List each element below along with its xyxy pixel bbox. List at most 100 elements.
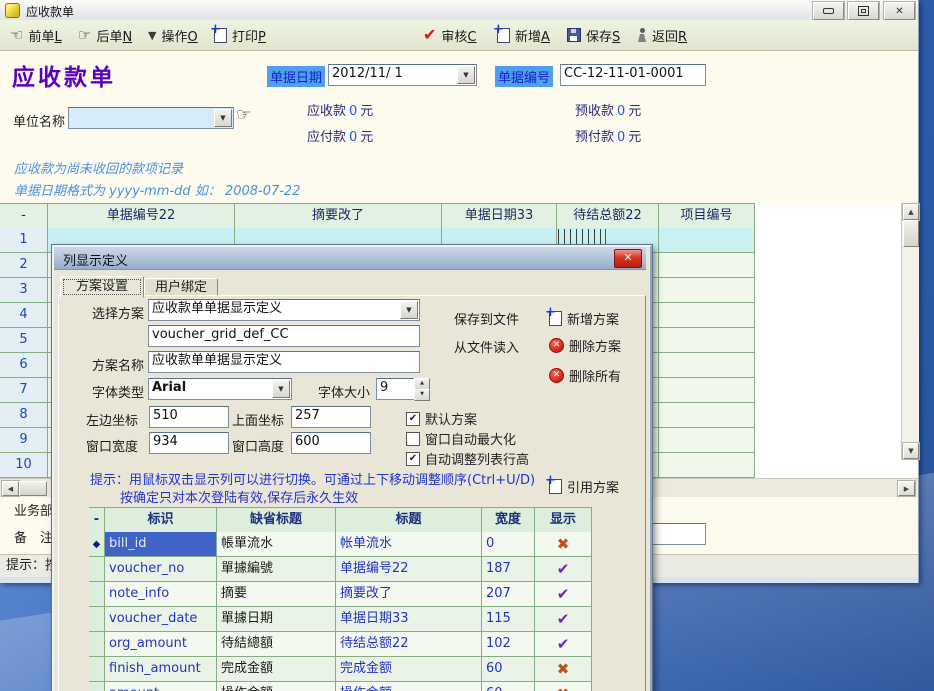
dlg-table-note_info-c5[interactable]: ✔	[535, 582, 592, 607]
dlg-table-voucher_no-c5[interactable]: ✔	[535, 557, 592, 582]
grid-row-number-5[interactable]: 5	[0, 328, 48, 353]
grid-header-1[interactable]: 单据编号22	[48, 203, 235, 229]
dialog-titlebar[interactable]: 列显示定义 ✕	[54, 247, 646, 270]
grid-row-number-1[interactable]: 1	[0, 228, 48, 253]
dlg-table-finish_amount-c3[interactable]: 完成金额	[336, 657, 482, 682]
unit-combobox[interactable]: ▼	[68, 107, 234, 129]
dlg-table-org_amount-c3[interactable]: 待结总额22	[336, 632, 482, 657]
grid-cell-r4-c5[interactable]	[659, 303, 755, 328]
dlg-table-voucher_date-c0[interactable]	[89, 607, 105, 632]
dlg-table-org_amount-c0[interactable]	[89, 632, 105, 657]
dlg-table-bill_id-c1[interactable]: bill_id	[105, 532, 217, 557]
docno-input[interactable]: CC-12-11-01-0001	[560, 64, 706, 86]
toolbar-button-L[interactable]: ☜前单L	[10, 20, 62, 50]
date-dropdown-icon[interactable]: ▼	[457, 66, 475, 84]
toolbar-button-R[interactable]: 返回R	[637, 20, 687, 50]
checkbox-row-1[interactable]: 窗口自动最大化	[406, 429, 516, 448]
dlg-table-bill_id-c0[interactable]: ◆	[89, 532, 105, 557]
grid-vscrollbar[interactable]: ▲ ▼	[901, 203, 919, 459]
checkbox-row-0[interactable]: ✔默认方案	[406, 409, 477, 428]
dlg-table-amount-c3[interactable]: 操作金额	[336, 682, 482, 691]
dlg-table-bill_id-c3[interactable]: 帐单流水	[336, 532, 482, 557]
unit-dropdown-icon[interactable]: ▼	[214, 109, 232, 127]
dlg-table-header-1[interactable]: 标识	[105, 507, 217, 533]
dlg-table-header-3[interactable]: 标题	[336, 507, 482, 533]
tab-scheme-settings[interactable]: 方案设置	[60, 276, 144, 298]
select-scheme-combobox[interactable]: 应收款单单据显示定义 ▼	[148, 299, 420, 321]
window-titlebar[interactable]: 应收款单 ✕	[0, 0, 918, 21]
file-button-1[interactable]: 从文件读入	[454, 337, 519, 356]
grid-row-number-7[interactable]: 7	[0, 378, 48, 403]
font-type-dropdown-icon[interactable]: ▼	[272, 380, 290, 398]
scheme-code-input[interactable]: voucher_grid_def_CC	[148, 325, 420, 347]
left-coord-input[interactable]: 510	[149, 406, 229, 428]
dlg-table-org_amount-c1[interactable]: org_amount	[105, 632, 217, 657]
toolbar-button-A[interactable]: 新增A	[497, 20, 550, 50]
dlg-table-note_info-c1[interactable]: note_info	[105, 582, 217, 607]
grid-header-3[interactable]: 单据日期33	[442, 203, 557, 229]
grid-cell-r8-c5[interactable]	[659, 403, 755, 428]
grid-row-number-6[interactable]: 6	[0, 353, 48, 378]
scroll-down-icon[interactable]: ▼	[903, 443, 919, 459]
dlg-table-finish_amount-c5[interactable]: ✖	[535, 657, 592, 682]
toolbar-button-N[interactable]: ☞后单N	[78, 20, 132, 50]
grid-cell-r1-c5[interactable]	[659, 228, 755, 253]
font-type-combobox[interactable]: Arial ▼	[148, 378, 292, 400]
scroll-right-icon[interactable]: ▶	[898, 481, 915, 496]
win-width-input[interactable]: 934	[149, 432, 229, 454]
dlg-table-bill_id-c5[interactable]: ✖	[535, 532, 592, 557]
file-button-0[interactable]: 保存到文件	[454, 309, 519, 328]
date-combobox[interactable]: 2012/11/ 1 ▼	[328, 64, 477, 86]
dlg-table-header-0[interactable]: -	[89, 507, 105, 533]
dlg-table-org_amount-c5[interactable]: ✔	[535, 632, 592, 657]
toolbar-button-P[interactable]: 打印P	[214, 20, 266, 50]
toolbar-button-S[interactable]: 保存S	[567, 20, 620, 50]
grid-row-number-9[interactable]: 9	[0, 428, 48, 453]
dlg-table-finish_amount-c4[interactable]: 60	[482, 657, 535, 682]
grid-cell-r5-c5[interactable]	[659, 328, 755, 353]
dlg-table-voucher_date-c3[interactable]: 单据日期33	[336, 607, 482, 632]
grid-row-number-2[interactable]: 2	[0, 253, 48, 278]
dlg-table-voucher_date-c4[interactable]: 115	[482, 607, 535, 632]
dlg-table-voucher_no-c3[interactable]: 单据编号22	[336, 557, 482, 582]
dlg-table-org_amount-c4[interactable]: 102	[482, 632, 535, 657]
close-button[interactable]: ✕	[884, 2, 915, 20]
checkbox-1[interactable]	[406, 432, 420, 446]
dlg-table-header-2[interactable]: 缺省标题	[217, 507, 336, 533]
hscroll-thumb[interactable]	[19, 481, 47, 496]
dlg-table-voucher_date-c1[interactable]: voucher_date	[105, 607, 217, 632]
dlg-table-voucher_date-c5[interactable]: ✔	[535, 607, 592, 632]
dialog-close-button[interactable]: ✕	[614, 249, 642, 268]
dlg-table-bill_id-c4[interactable]: 0	[482, 532, 535, 557]
dlg-table-note_info-c2[interactable]: 摘要	[217, 582, 336, 607]
dlg-table-amount-c4[interactable]: 60	[482, 682, 535, 691]
dlg-table-note_info-c4[interactable]: 207	[482, 582, 535, 607]
dlg-table-bill_id-c2[interactable]: 帳單流水	[217, 532, 336, 557]
dlg-table-voucher_date-c2[interactable]: 單據日期	[217, 607, 336, 632]
dlg-table-finish_amount-c2[interactable]: 完成金額	[217, 657, 336, 682]
grid-cell-r7-c5[interactable]	[659, 378, 755, 403]
scheme-name-input[interactable]: 应收款单单据显示定义	[148, 351, 420, 373]
dlg-table-voucher_no-c4[interactable]: 187	[482, 557, 535, 582]
top-coord-input[interactable]: 257	[291, 406, 371, 428]
grid-row-number-8[interactable]: 8	[0, 403, 48, 428]
dlg-table-amount-c1[interactable]: amount	[105, 682, 217, 691]
grid-row-number-3[interactable]: 3	[0, 278, 48, 303]
dlg-table-finish_amount-c0[interactable]	[89, 657, 105, 682]
action-button-2[interactable]: ✕删除所有	[549, 366, 621, 385]
checkbox-2[interactable]: ✔	[406, 452, 420, 466]
dlg-table-amount-c2[interactable]: 操作金額	[217, 682, 336, 691]
dlg-table-org_amount-c2[interactable]: 待結總額	[217, 632, 336, 657]
dlg-table-voucher_no-c1[interactable]: voucher_no	[105, 557, 217, 582]
dlg-table-amount-c0[interactable]	[89, 682, 105, 691]
apply-scheme-button[interactable]: 引用方案	[549, 477, 619, 496]
grid-row-number-10[interactable]: 10	[0, 453, 48, 478]
grid-header-2[interactable]: 摘要改了	[235, 203, 442, 229]
scroll-left-icon[interactable]: ◀	[2, 481, 19, 496]
toolbar-button-O[interactable]: ▼操作O	[148, 20, 198, 50]
grid-cell-r3-c5[interactable]	[659, 278, 755, 303]
grid-cell-r2-c5[interactable]	[659, 253, 755, 278]
dlg-table-note_info-c0[interactable]	[89, 582, 105, 607]
dlg-table-note_info-c3[interactable]: 摘要改了	[336, 582, 482, 607]
toolbar-button-C[interactable]: ✔审核C	[423, 20, 477, 50]
